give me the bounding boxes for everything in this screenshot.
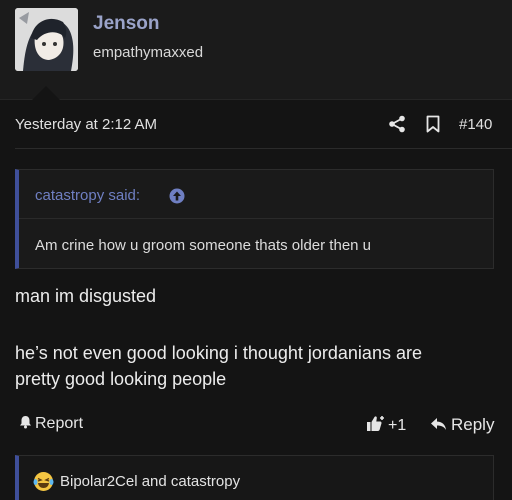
share-icon[interactable]	[388, 115, 406, 133]
avatar[interactable]	[15, 8, 78, 71]
arrow-up-circle-icon[interactable]	[169, 188, 185, 204]
divider	[15, 148, 512, 149]
bell-icon	[20, 416, 31, 429]
reply-button[interactable]: Reply	[430, 415, 494, 435]
message-line: he’s not even good looking i thought jor…	[15, 343, 422, 363]
laughing-crying-emoji-icon	[33, 472, 54, 491]
quote-body: Am crine how u groom someone thats older…	[35, 237, 372, 254]
message-line: pretty good looking people	[15, 369, 227, 389]
reply-label: Reply	[451, 415, 495, 434]
reactions-list-link[interactable]: Bipolar2Cel and catastropy	[60, 473, 240, 490]
quote-header: catastropy said:	[19, 170, 493, 219]
bookmark-icon[interactable]	[425, 115, 441, 133]
like-count: +1	[388, 417, 407, 434]
reactions-bar[interactable]: Bipolar2Cel and catastropy	[15, 455, 494, 500]
report-button[interactable]: Report	[19, 415, 83, 433]
quote-block: catastropy said: Am crine how u groom so…	[15, 169, 494, 269]
quote-author-link[interactable]: catastropy said:	[35, 187, 140, 204]
thumbs-up-plus-icon	[367, 416, 384, 431]
post-header: Jenson empathymaxxed	[0, 0, 512, 100]
report-label: Report	[35, 415, 84, 432]
post-number-link[interactable]: #140	[459, 116, 492, 133]
username-link[interactable]: Jenson	[93, 13, 160, 35]
header-pointer	[32, 86, 60, 100]
post-timestamp-link[interactable]: Yesterday at 2:12 AM	[15, 116, 157, 133]
reply-arrow-icon	[431, 418, 446, 430]
avatar-image	[15, 8, 78, 71]
user-title: empathymaxxed	[93, 44, 204, 61]
message-line: man im disgusted	[15, 286, 157, 306]
like-button[interactable]: +1	[366, 415, 406, 435]
